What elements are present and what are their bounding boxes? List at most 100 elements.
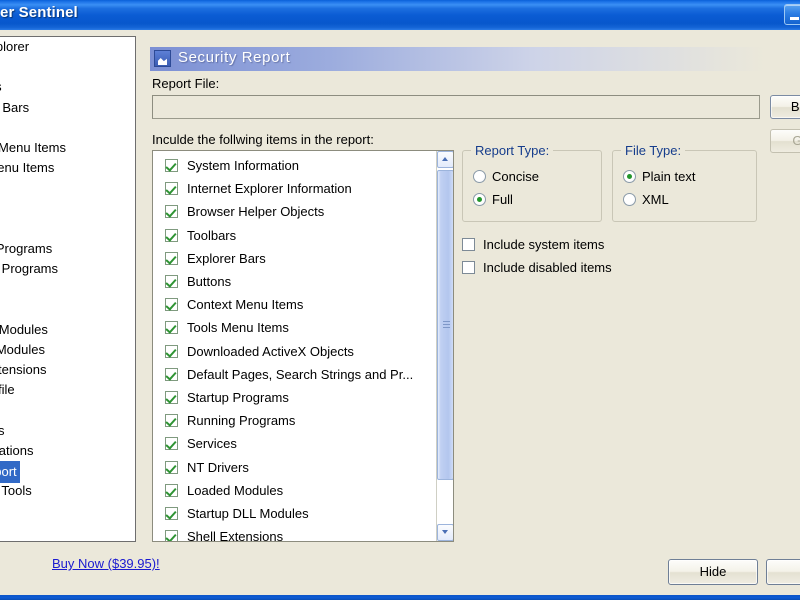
list-item-label: Startup Programs (187, 389, 289, 405)
radio-plain-text[interactable]: Plain text (623, 169, 695, 184)
main-panel: Security Report Report File: Bro Ge Incu… (150, 47, 800, 547)
list-item-checkbox[interactable] (165, 298, 178, 312)
list-item-checkbox[interactable] (165, 321, 178, 335)
sidebar-item-label: oaded Modules (0, 321, 48, 337)
sidebar-item[interactable]: ctiveX (0, 178, 135, 198)
list-item-checkbox[interactable] (165, 414, 178, 428)
sidebar-item[interactable]: m (0, 219, 135, 239)
list-item[interactable]: NT Drivers (153, 455, 436, 478)
window-titlebar: er Sentinel (0, 0, 800, 30)
sidebar-item[interactable]: net Explorer (0, 37, 135, 57)
sidebar-item[interactable]: oaded Modules (0, 320, 135, 340)
sidebar-item[interactable]: SPs (0, 400, 135, 420)
hide-button[interactable]: Hide (668, 559, 758, 585)
sidebar-item-label: tartup Modules (0, 341, 45, 357)
list-item[interactable]: Browser Helper Objects (153, 200, 436, 223)
sidebar-item[interactable]: unning Programs (0, 259, 135, 279)
sidebar-item-label: ity Report (0, 460, 20, 484)
list-item[interactable]: Tools Menu Items (153, 316, 436, 339)
list-item-label: NT Drivers (187, 459, 249, 475)
list-item[interactable]: Toolbars (153, 224, 436, 247)
sidebar-tree[interactable]: net Explorer HOsoolbars xplorer Bars uttons… (0, 36, 136, 542)
sidebar-item[interactable]: OSTS file (0, 380, 135, 400)
chevron-up-icon (442, 157, 448, 161)
list-item-checkbox[interactable] (165, 506, 178, 520)
list-item-label: Startup DLL Modules (187, 505, 309, 521)
list-item[interactable]: Loaded Modules (153, 479, 436, 502)
report-type-title: Report Type: (471, 143, 554, 158)
file-type-group: File Type: Plain text XML (612, 143, 757, 222)
list-item[interactable]: Running Programs (153, 409, 436, 432)
list-item-label: Toolbars (187, 227, 237, 243)
list-item[interactable]: Shell Extensions (153, 525, 436, 542)
browse-button[interactable]: Bro (770, 95, 800, 119)
list-item[interactable]: Downloaded ActiveX Objects (153, 340, 436, 363)
minimize-button[interactable] (784, 4, 800, 25)
list-item-checkbox[interactable] (165, 251, 178, 265)
list-item[interactable]: Services (153, 432, 436, 455)
list-item[interactable]: Explorer Bars (153, 247, 436, 270)
list-item-checkbox[interactable] (165, 159, 178, 173)
list-item-checkbox[interactable] (165, 437, 178, 451)
list-item-checkbox[interactable] (165, 182, 178, 196)
list-item-checkbox[interactable] (165, 367, 178, 381)
checkbox-include-disabled-items[interactable]: Include disabled items (462, 260, 612, 275)
radio-plain-text-label: Plain text (642, 169, 696, 184)
radio-concise-indicator (473, 170, 486, 183)
list-item-checkbox[interactable] (165, 344, 178, 358)
secondary-footer-button[interactable] (766, 559, 800, 585)
sidebar-item[interactable]: uttons (0, 118, 135, 138)
radio-full[interactable]: Full (473, 192, 513, 207)
list-item-label: Tools Menu Items (187, 320, 289, 336)
sidebar-item[interactable]: hell Extensions (0, 360, 135, 380)
sidebar-item[interactable]: rivers (0, 299, 135, 319)
generate-button[interactable]: Ge (770, 129, 800, 153)
scroll-down-button[interactable] (437, 524, 453, 541)
list-item[interactable]: Internet Explorer Information (153, 177, 436, 200)
list-item-checkbox[interactable] (165, 205, 178, 219)
report-items-listbox[interactable]: System Information Internet Explorer Info… (152, 150, 454, 542)
list-item[interactable]: System Information (153, 154, 436, 177)
list-item[interactable]: Default Pages, Search Strings and Pr... (153, 363, 436, 386)
listbox-scrollbar[interactable] (436, 151, 453, 541)
sidebar-item[interactable]: ervices (0, 279, 135, 299)
sidebar-item[interactable]: xplorer Bars (0, 98, 135, 118)
include-system-items-label: Include system items (483, 237, 605, 252)
include-system-items-box (462, 238, 475, 251)
list-item-checkbox[interactable] (165, 390, 178, 404)
radio-xml[interactable]: XML (623, 192, 669, 207)
list-item[interactable]: Context Menu Items (153, 293, 436, 316)
sidebar-item[interactable]: tartup Programs (0, 239, 135, 259)
sidebar-item-selected[interactable]: ity Report (0, 460, 135, 484)
scrollbar-grip-icon (443, 321, 450, 329)
list-item-checkbox[interactable] (165, 483, 178, 497)
window-title: er Sentinel (0, 4, 78, 21)
list-item-checkbox[interactable] (165, 530, 178, 541)
list-item-label: Context Menu Items (187, 297, 304, 313)
scrollbar-thumb[interactable] (437, 170, 453, 480)
list-item-label: Services (187, 436, 237, 452)
list-item-checkbox[interactable] (165, 228, 178, 242)
sidebar-item[interactable]: tartup Modules (0, 340, 135, 360)
list-item-label: Shell Extensions (187, 529, 284, 542)
checkbox-include-system-items[interactable]: Include system items (462, 237, 604, 252)
sidebar-item[interactable]: HOs (0, 57, 135, 77)
buy-now-link[interactable]: Buy Now ($39.95)! (52, 556, 160, 571)
sidebar-item[interactable]: ages (0, 199, 135, 219)
sidebar-item[interactable]: rotocols (0, 421, 135, 441)
sidebar-item[interactable]: oolbars (0, 77, 135, 97)
list-item-checkbox[interactable] (165, 275, 178, 289)
list-item-checkbox[interactable] (165, 460, 178, 474)
report-file-input[interactable] (152, 95, 760, 119)
radio-concise[interactable]: Concise (473, 169, 539, 184)
list-item[interactable]: Startup DLL Modules (153, 502, 436, 525)
sidebar-item-label: ools Menu Items (0, 160, 55, 176)
list-item-label: Running Programs (187, 413, 296, 429)
list-item[interactable]: Buttons (153, 270, 436, 293)
scroll-up-button[interactable] (437, 151, 453, 168)
sidebar-item[interactable]: onfigurations (0, 441, 135, 461)
list-item[interactable]: Startup Programs (153, 386, 436, 409)
sidebar-item[interactable]: ontext Menu Items (0, 138, 135, 158)
sidebar-item[interactable]: ns and Tools (0, 481, 135, 501)
sidebar-item[interactable]: ools Menu Items (0, 158, 135, 178)
